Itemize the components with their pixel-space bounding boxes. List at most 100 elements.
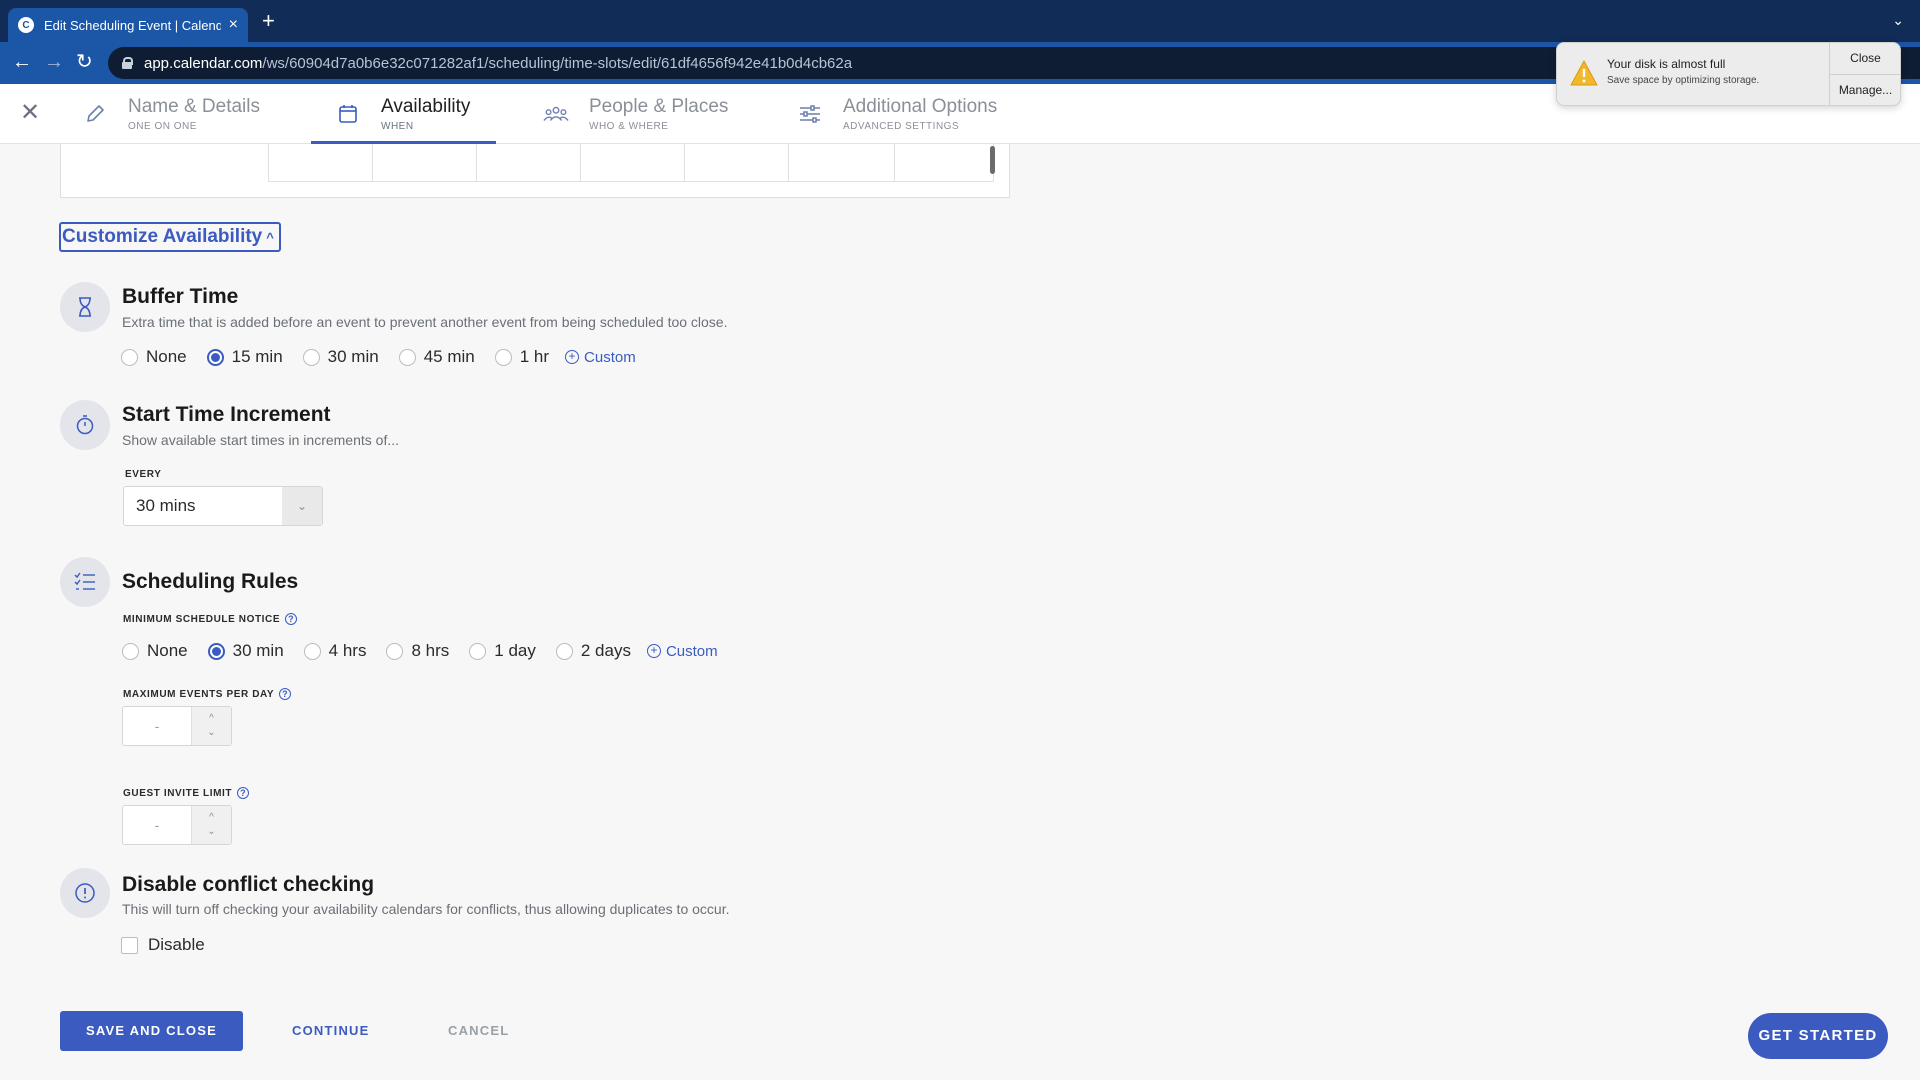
favicon-icon: C: [18, 17, 34, 33]
calendar-cell[interactable]: [476, 144, 580, 182]
notice-option-8hrs[interactable]: 8 hrs: [386, 641, 449, 661]
notice-option-none[interactable]: None: [122, 641, 188, 661]
customize-label: Customize Availability: [62, 226, 263, 247]
notification-close-button[interactable]: Close: [1830, 43, 1901, 74]
alert-circle-icon: [60, 868, 110, 918]
chevron-up-icon[interactable]: ^: [209, 712, 214, 726]
back-arrow-icon[interactable]: ←: [12, 52, 32, 72]
guest-limit-stepper[interactable]: - ^ ⌄: [122, 805, 232, 845]
chevron-down-icon[interactable]: ⌄: [282, 487, 322, 525]
tab-people-places[interactable]: People & Places WHO & WHERE: [543, 84, 753, 144]
browser-tab[interactable]: C Edit Scheduling Event | Calendar ×: [8, 8, 248, 42]
close-icon[interactable]: ✕: [18, 101, 42, 126]
buffer-time-description: Extra time that is added before an event…: [122, 314, 728, 330]
checklist-icon: [60, 557, 110, 607]
step-subtitle: ADVANCED SETTINGS: [843, 121, 960, 132]
max-events-value[interactable]: -: [123, 707, 191, 745]
notice-option-30min[interactable]: 30 min: [207, 641, 284, 661]
buffer-time-options: None 15 min 30 min 45 min 1 hr + Custom: [121, 345, 636, 369]
pencil-icon: [82, 101, 108, 127]
buffer-option-none[interactable]: None: [121, 347, 187, 367]
browser-tab-bar: C Edit Scheduling Event | Calendar × + ⌄: [0, 0, 1920, 42]
step-subtitle: ONE ON ONE: [128, 121, 197, 132]
help-icon[interactable]: ?: [279, 688, 292, 700]
calendar-cell[interactable]: [372, 144, 476, 182]
step-title: Availability: [381, 96, 471, 117]
notice-custom-link[interactable]: + Custom: [646, 643, 718, 660]
guest-limit-value[interactable]: -: [123, 806, 191, 844]
step-title: Name & Details: [128, 96, 260, 117]
buffer-option-30min[interactable]: 30 min: [302, 347, 379, 367]
radio-button[interactable]: [122, 642, 139, 660]
conflict-title: Disable conflict checking: [122, 873, 375, 896]
chevron-down-icon[interactable]: ⌄: [207, 825, 215, 839]
reload-icon[interactable]: ↻: [76, 52, 93, 72]
tab-name-details[interactable]: Name & Details ONE ON ONE: [82, 84, 282, 144]
buffer-option-45min[interactable]: 45 min: [398, 347, 475, 367]
disk-full-notification: Your disk is almost full Save space by o…: [1556, 42, 1901, 106]
radio-button[interactable]: [207, 642, 225, 660]
people-icon: [543, 101, 569, 127]
customize-availability-toggle[interactable]: Customize Availability ^: [59, 222, 281, 252]
radio-button[interactable]: [398, 348, 416, 366]
step-subtitle: WHO & WHERE: [589, 121, 669, 132]
get-started-button[interactable]: GET STARTED: [1748, 1013, 1888, 1059]
calendar-cell[interactable]: [788, 144, 894, 182]
radio-button[interactable]: [386, 642, 404, 660]
continue-button[interactable]: CONTINUE: [292, 1011, 370, 1051]
sliders-icon: [797, 101, 823, 127]
min-notice-label: MINIMUM SCHEDULE NOTICE?: [123, 613, 298, 625]
notification-manage-button[interactable]: Manage...: [1830, 74, 1901, 105]
notification-title: Your disk is almost full: [1607, 57, 1726, 71]
url-path: /ws/60904d7a0b6e32c071282af1/scheduling/…: [262, 54, 853, 72]
step-title: Additional Options: [843, 96, 998, 117]
calendar-cell[interactable]: [684, 144, 788, 182]
new-tab-icon[interactable]: +: [262, 10, 275, 32]
notice-option-2days[interactable]: 2 days: [555, 641, 631, 661]
max-events-stepper[interactable]: - ^ ⌄: [122, 706, 232, 746]
radio-button[interactable]: [302, 348, 320, 366]
tab-availability[interactable]: Availability WHEN: [311, 84, 496, 144]
radio-button[interactable]: [206, 348, 224, 366]
stepper-arrows[interactable]: ^ ⌄: [191, 707, 231, 745]
tab-additional-options[interactable]: Additional Options ADVANCED SETTINGS: [797, 84, 1037, 144]
calendar-cell[interactable]: [894, 144, 994, 182]
notice-option-1day[interactable]: 1 day: [469, 641, 536, 661]
radio-button[interactable]: [469, 642, 487, 660]
buffer-option-15min[interactable]: 15 min: [206, 347, 283, 367]
warning-icon: [1569, 59, 1599, 87]
checkbox[interactable]: [121, 936, 138, 954]
radio-button[interactable]: [494, 348, 512, 366]
plus-circle-icon: +: [565, 350, 580, 364]
radio-button[interactable]: [121, 348, 138, 366]
help-icon[interactable]: ?: [237, 787, 250, 799]
radio-button[interactable]: [303, 642, 321, 660]
guest-limit-label: GUEST INVITE LIMIT?: [123, 787, 250, 799]
notice-option-4hrs[interactable]: 4 hrs: [303, 641, 366, 661]
lock-icon: [122, 57, 133, 69]
calendar-cell[interactable]: [580, 144, 684, 182]
step-subtitle: WHEN: [381, 121, 414, 132]
hourglass-icon: [60, 282, 110, 332]
save-and-close-button[interactable]: SAVE AND CLOSE: [60, 1011, 243, 1051]
start-increment-description: Show available start times in increments…: [122, 432, 400, 448]
chevron-down-icon[interactable]: ⌄: [207, 726, 215, 740]
help-icon[interactable]: ?: [285, 613, 298, 625]
calendar-scrollbar[interactable]: [990, 146, 995, 174]
tab-close-icon[interactable]: ×: [229, 16, 238, 34]
calendar-cell[interactable]: [268, 144, 372, 182]
forward-arrow-icon[interactable]: →: [44, 52, 64, 72]
cancel-button[interactable]: CANCEL: [448, 1011, 509, 1051]
radio-button[interactable]: [555, 642, 573, 660]
tab-list-chevron-icon[interactable]: ⌄: [1892, 12, 1904, 29]
chevron-up-icon[interactable]: ^: [209, 811, 214, 825]
increment-select[interactable]: 30 mins ⌄: [123, 486, 323, 526]
increment-value: 30 mins: [136, 496, 196, 515]
disable-conflict-checkbox[interactable]: Disable: [121, 935, 205, 955]
notification-actions: Close Manage...: [1829, 43, 1901, 105]
buffer-option-1hr[interactable]: 1 hr: [494, 347, 549, 367]
chevron-up-icon: ^: [266, 230, 274, 245]
buffer-custom-link[interactable]: + Custom: [565, 349, 636, 366]
stepper-arrows[interactable]: ^ ⌄: [191, 806, 231, 844]
step-title: People & Places: [589, 96, 729, 117]
